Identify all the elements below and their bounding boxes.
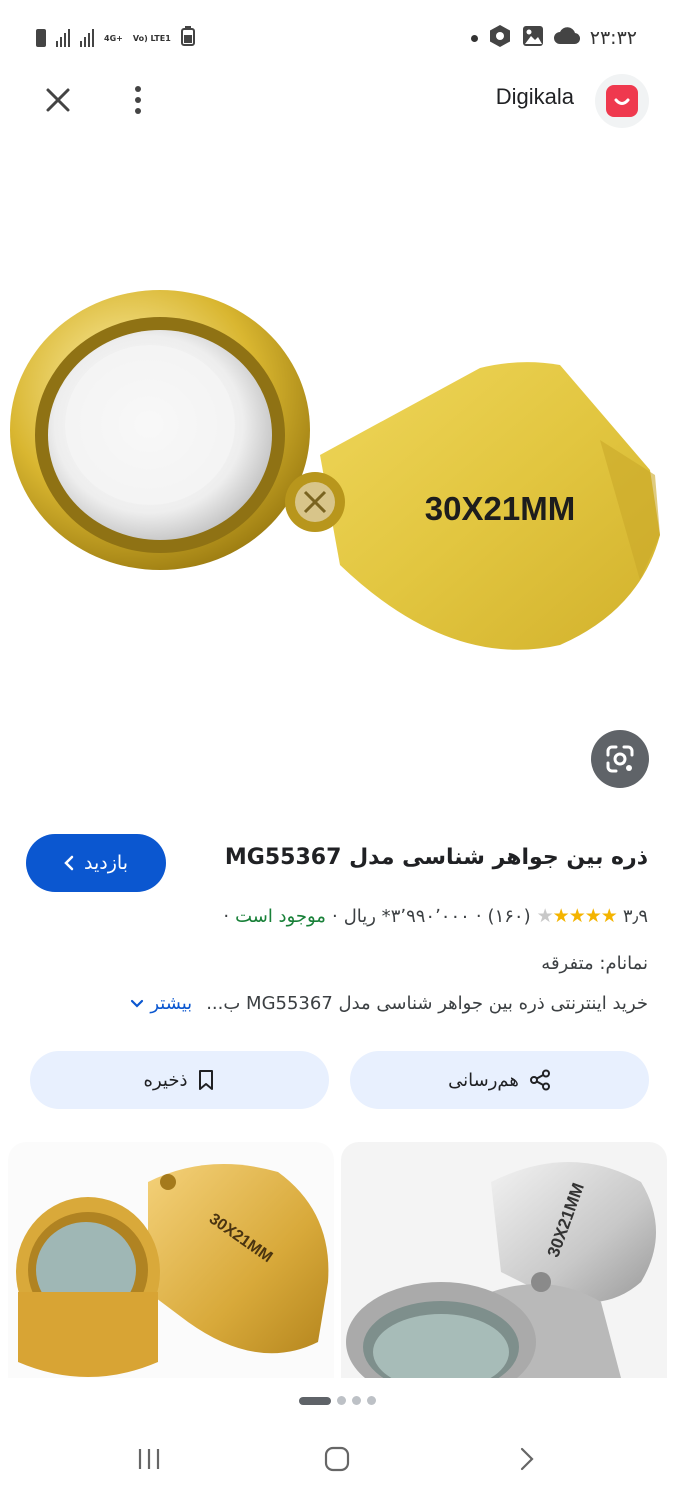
site-name[interactable]: Digikala bbox=[496, 84, 574, 110]
close-icon bbox=[46, 88, 70, 112]
price: ۳٬۹۹۰٬۰۰۰* ریال bbox=[343, 905, 470, 927]
gallery-notification-icon bbox=[522, 25, 544, 51]
loupe-engraving: 30X21MM bbox=[425, 490, 575, 527]
battery-saver-icon bbox=[36, 29, 46, 47]
bookmark-icon bbox=[199, 1070, 214, 1090]
google-lens-button[interactable] bbox=[591, 730, 649, 788]
more-dot bbox=[135, 108, 141, 114]
separator-dot: · bbox=[331, 905, 338, 927]
description-row: خرید اینترنتی ذره بین جواهر شناسی مدل MG… bbox=[26, 993, 648, 1014]
jewelers-loupe-image: 30X21MM bbox=[10, 290, 660, 650]
notification-dot-icon bbox=[470, 34, 478, 42]
more-dot bbox=[135, 86, 141, 92]
share-label: هم‌رسانی bbox=[448, 1069, 519, 1091]
battery-icon bbox=[180, 26, 195, 50]
separator-dot: · bbox=[475, 905, 482, 927]
save-button[interactable]: ذخیره bbox=[30, 1051, 329, 1109]
signal-icon-2 bbox=[80, 29, 94, 47]
visit-label: بازدید bbox=[84, 852, 128, 874]
app-notification-icon bbox=[488, 24, 512, 52]
product-title: ذره بین جواهر شناسی مدل MG55367 bbox=[224, 845, 648, 870]
more-dot bbox=[135, 97, 141, 103]
brand-line: نمانام: متفرقه bbox=[541, 953, 648, 974]
more-label: بیشتر bbox=[150, 993, 193, 1014]
site-logo[interactable] bbox=[595, 74, 649, 128]
close-button[interactable] bbox=[40, 82, 76, 118]
product-description: خرید اینترنتی ذره بین جواهر شناسی مدل MG… bbox=[206, 993, 648, 1014]
more-link[interactable]: بیشتر bbox=[130, 993, 192, 1014]
digikala-logo-icon bbox=[606, 85, 638, 117]
signal-icon bbox=[56, 29, 70, 47]
status-time: ۲۳:۳۲ bbox=[589, 27, 637, 49]
cloud-icon bbox=[553, 27, 580, 49]
more-options-button[interactable] bbox=[122, 82, 154, 118]
product-image[interactable]: 30X21MM bbox=[0, 140, 675, 820]
share-button[interactable]: هم‌رسانی bbox=[350, 1051, 649, 1109]
app-header: Digikala bbox=[0, 70, 675, 130]
visit-button[interactable]: بازدید bbox=[26, 834, 166, 892]
chevron-down-icon bbox=[131, 999, 144, 1008]
gold-loupe-image: 30X21MM bbox=[16, 1164, 329, 1377]
system-nav-bar bbox=[0, 1420, 675, 1500]
pager-dot[interactable] bbox=[367, 1396, 376, 1405]
pager-dot[interactable] bbox=[337, 1396, 346, 1405]
share-icon bbox=[529, 1069, 550, 1091]
back-button[interactable] bbox=[514, 1446, 540, 1472]
rating-price-row: ۳٫۹ ★★★★★ (۱۶۰) · ۳٬۹۹۰٬۰۰۰* ریال · موجو… bbox=[223, 905, 648, 927]
recents-icon bbox=[138, 1449, 160, 1469]
review-count: (۱۶۰) bbox=[487, 905, 531, 927]
rating-stars: ★★★★★ bbox=[536, 905, 618, 927]
related-image-silver[interactable]: 30X21MM bbox=[341, 1142, 667, 1378]
home-icon bbox=[324, 1446, 350, 1472]
pager-dot[interactable] bbox=[352, 1396, 361, 1405]
lens-icon bbox=[606, 745, 634, 773]
back-icon bbox=[520, 1447, 534, 1471]
status-bar: 4G+ Vo) LTE1 ۲۳:۳۲ bbox=[0, 0, 675, 70]
network-type-label: 4G+ bbox=[104, 33, 123, 43]
home-button[interactable] bbox=[324, 1446, 350, 1472]
availability: موجود است bbox=[235, 905, 326, 927]
volte-label: Vo) LTE1 bbox=[132, 33, 171, 43]
pager-dot-active[interactable] bbox=[299, 1396, 331, 1405]
chevron-left-icon bbox=[64, 855, 74, 871]
save-label: ذخیره bbox=[143, 1069, 188, 1091]
recents-button[interactable] bbox=[136, 1446, 162, 1472]
rating-value: ۳٫۹ bbox=[622, 905, 648, 927]
image-pager bbox=[0, 1396, 675, 1405]
related-image-gold[interactable]: 30X21MM bbox=[8, 1142, 334, 1378]
silver-loupe-image: 30X21MM bbox=[346, 1162, 656, 1378]
separator-dot: · bbox=[223, 905, 230, 927]
